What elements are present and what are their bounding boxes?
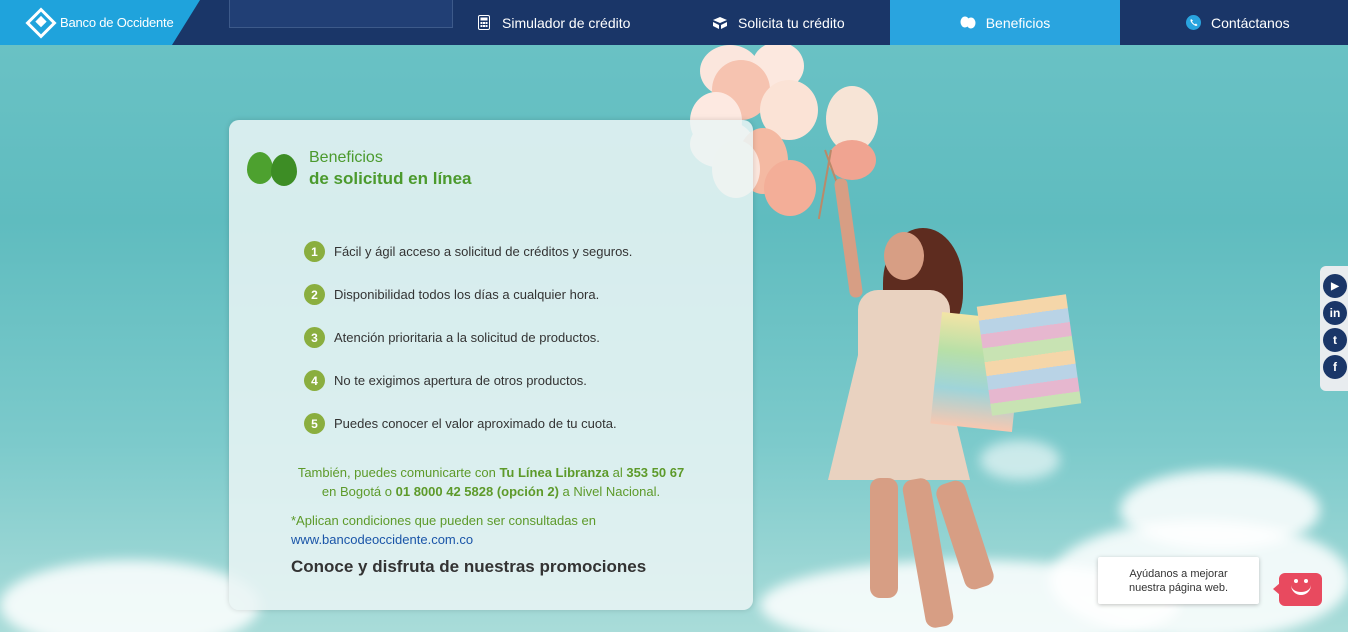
phone-bogota: 353 50 67 xyxy=(626,465,685,480)
cloud-decoration xyxy=(0,560,260,632)
phone-national: 01 8000 42 5828 (opción 2) xyxy=(395,484,559,499)
list-item: 5 Puedes conocer el valor aproximado de … xyxy=(304,402,632,445)
benefit-text: Fácil y ágil acceso a solicitud de crédi… xyxy=(334,244,633,259)
benefit-text: Puedes conocer el valor aproximado de tu… xyxy=(334,416,617,431)
feedback-line-2: nuestra página web. xyxy=(1128,582,1229,594)
card-title: Beneficios xyxy=(309,149,383,166)
brand-name: Banco de Occidente xyxy=(60,15,174,30)
conditions-text: *Aplican condiciones que pueden ser cons… xyxy=(291,513,596,528)
benefits-card: Beneficios de solicitud en línea 1 Fácil… xyxy=(229,120,753,610)
balloons-icon xyxy=(960,15,976,31)
number-badge: 3 xyxy=(304,327,325,348)
nav-item-beneficios[interactable]: Beneficios xyxy=(890,0,1120,45)
nav-label: Simulador de crédito xyxy=(502,14,631,31)
top-navigation: Banco de Occidente Simulador de crédito … xyxy=(0,0,1348,45)
number-badge: 2 xyxy=(304,284,325,305)
cloud-decoration xyxy=(980,440,1060,480)
nav-item-simulador[interactable]: Simulador de crédito xyxy=(476,0,630,45)
facebook-icon[interactable]: f xyxy=(1323,355,1347,379)
number-badge: 1 xyxy=(304,241,325,262)
website-link[interactable]: www.bancodeoccidente.com.co xyxy=(291,532,473,547)
shopping-bag xyxy=(976,294,1082,416)
benefits-list: 1 Fácil y ágil acceso a solicitud de cré… xyxy=(304,230,632,445)
youtube-icon[interactable]: ▶ xyxy=(1323,274,1347,298)
balloon xyxy=(764,160,816,216)
contact-text: al xyxy=(609,465,627,480)
linkedin-icon[interactable]: in xyxy=(1323,301,1347,325)
brand-logo[interactable]: Banco de Occidente xyxy=(0,0,200,45)
nav-label: Solicita tu crédito xyxy=(738,14,845,31)
list-item: 1 Fácil y ágil acceso a solicitud de cré… xyxy=(304,230,632,273)
promotions-heading: Conoce y disfruta de nuestras promocione… xyxy=(291,557,647,576)
card-header: Beneficios de solicitud en línea xyxy=(247,148,471,192)
nav-item-solicita[interactable]: Solicita tu crédito xyxy=(712,0,845,45)
balloon-string xyxy=(817,149,832,220)
benefit-text: No te exigimos apertura de otros product… xyxy=(334,373,587,388)
feedback-line-1: Ayúdanos a mejorar xyxy=(1129,568,1228,580)
line-name: Tu Línea Libranza xyxy=(499,465,609,480)
conditions-note: *Aplican condiciones que pueden ser cons… xyxy=(291,511,596,549)
contact-text: También, puedes comunicarte con xyxy=(297,465,500,480)
logo-icon xyxy=(25,6,57,39)
benefit-text: Atención prioritaria a la solicitud de p… xyxy=(334,330,600,345)
list-item: 4 No te exigimos apertura de otros produ… xyxy=(304,359,632,402)
nav-decoration xyxy=(229,0,453,28)
card-subtitle: de solicitud en línea xyxy=(309,169,472,188)
contact-text: en Bogotá o xyxy=(321,484,396,499)
smiley-icon xyxy=(1290,578,1311,595)
benefit-text: Disponibilidad todos los días a cualquie… xyxy=(334,287,600,302)
feedback-tooltip[interactable]: Ayúdanos a mejorar nuestra página web. xyxy=(1098,557,1259,604)
girl-leg xyxy=(870,478,898,598)
number-badge: 4 xyxy=(304,370,325,391)
number-badge: 5 xyxy=(304,413,325,434)
girl-arm xyxy=(833,177,864,299)
contact-info: También, puedes comunicarte con Tu Línea… xyxy=(229,463,753,501)
contact-line-2: en Bogotá o 01 8000 42 5828 (opción 2) a… xyxy=(229,482,753,501)
social-sidebar: ▶ in t f xyxy=(1320,266,1348,391)
girl-face xyxy=(884,232,924,280)
calculator-icon xyxy=(476,15,492,31)
list-item: 2 Disponibilidad todos los días a cualqu… xyxy=(304,273,632,316)
balloon xyxy=(828,140,876,180)
list-item: 3 Atención prioritaria a la solicitud de… xyxy=(304,316,632,359)
balloons-icon xyxy=(247,148,301,192)
nav-label: Contáctanos xyxy=(1211,14,1290,31)
nav-item-contactanos[interactable]: Contáctanos xyxy=(1185,0,1290,45)
feedback-button[interactable] xyxy=(1273,573,1322,606)
phone-icon xyxy=(1185,15,1201,31)
boxes-icon xyxy=(712,15,728,31)
twitter-icon[interactable]: t xyxy=(1323,328,1347,352)
contact-line-1: También, puedes comunicarte con Tu Línea… xyxy=(229,463,753,482)
contact-text: a Nivel Nacional. xyxy=(558,484,661,499)
nav-label: Beneficios xyxy=(985,14,1051,31)
